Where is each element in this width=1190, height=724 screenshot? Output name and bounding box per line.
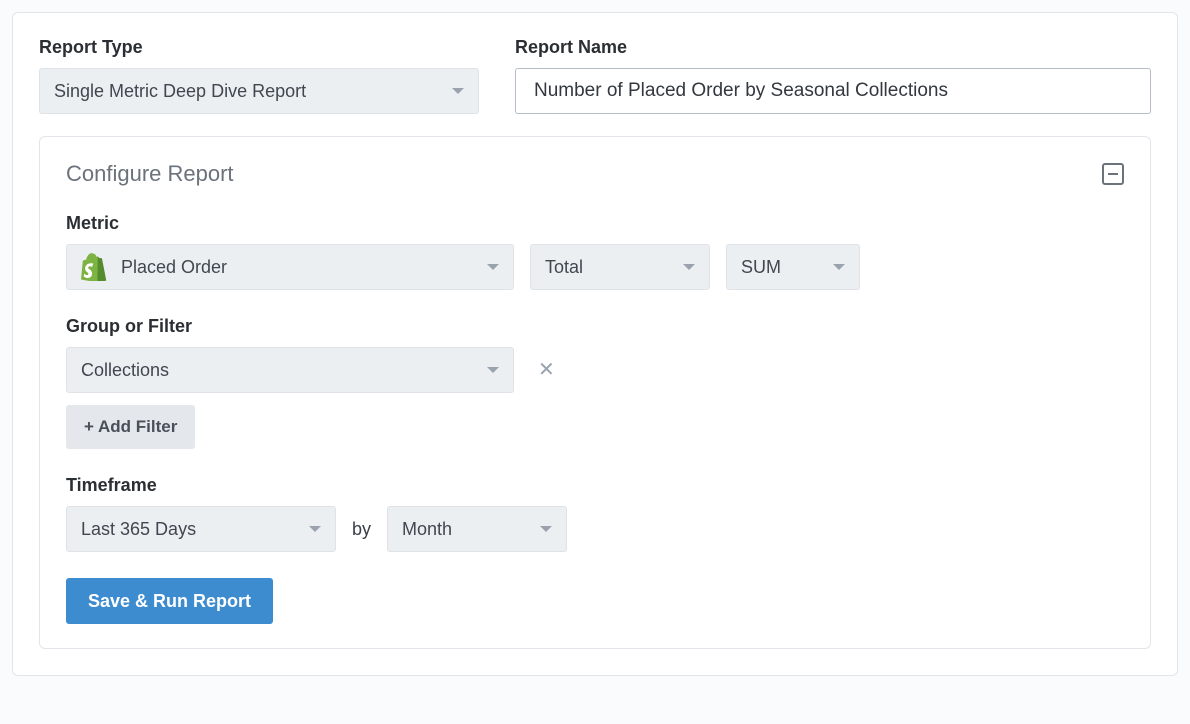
metric-agg-value: SUM <box>741 257 781 278</box>
report-name-label: Report Name <box>515 37 1151 58</box>
timeframe-range-value: Last 365 Days <box>81 519 196 540</box>
chevron-down-icon <box>452 88 464 94</box>
add-filter-button[interactable]: + Add Filter <box>66 405 195 449</box>
metric-measure-select[interactable]: Total <box>530 244 710 290</box>
remove-filter-button[interactable]: ✕ <box>530 360 563 380</box>
group-filter-label: Group or Filter <box>66 316 1124 337</box>
metric-label: Metric <box>66 213 1124 234</box>
configure-report-panel: Configure Report Metric Placed Order <box>39 136 1151 649</box>
report-type-group: Report Type Single Metric Deep Dive Repo… <box>39 37 479 114</box>
chevron-down-icon <box>833 264 845 270</box>
configure-header: Configure Report <box>66 161 1124 187</box>
timeframe-unit-value: Month <box>402 519 452 540</box>
metric-select[interactable]: Placed Order <box>66 244 514 290</box>
group-filter-row: Collections ✕ <box>66 347 1124 393</box>
timeframe-range-select[interactable]: Last 365 Days <box>66 506 336 552</box>
chevron-down-icon <box>540 526 552 532</box>
chevron-down-icon <box>487 264 499 270</box>
timeframe-unit-select[interactable]: Month <box>387 506 567 552</box>
top-row: Report Type Single Metric Deep Dive Repo… <box>39 37 1151 114</box>
timeframe-label: Timeframe <box>66 475 1124 496</box>
report-name-input[interactable] <box>515 68 1151 114</box>
metric-row: Placed Order Total SUM <box>66 244 1124 290</box>
configure-title: Configure Report <box>66 161 234 187</box>
save-run-button[interactable]: Save & Run Report <box>66 578 273 624</box>
minus-icon <box>1108 173 1118 175</box>
report-type-label: Report Type <box>39 37 479 58</box>
metric-agg-select[interactable]: SUM <box>726 244 860 290</box>
timeframe-row: Last 365 Days by Month <box>66 506 1124 552</box>
add-filter-row: + Add Filter <box>66 405 1124 449</box>
report-builder-panel: Report Type Single Metric Deep Dive Repo… <box>12 12 1178 676</box>
shopify-icon <box>81 253 107 281</box>
report-name-group: Report Name <box>515 37 1151 114</box>
report-type-select[interactable]: Single Metric Deep Dive Report <box>39 68 479 114</box>
group-filter-value: Collections <box>81 360 169 381</box>
chevron-down-icon <box>309 526 321 532</box>
chevron-down-icon <box>487 367 499 373</box>
metric-value: Placed Order <box>121 257 227 278</box>
chevron-down-icon <box>683 264 695 270</box>
close-icon: ✕ <box>538 359 555 381</box>
group-filter-select[interactable]: Collections <box>66 347 514 393</box>
collapse-button[interactable] <box>1102 163 1124 185</box>
metric-measure-value: Total <box>545 257 583 278</box>
timeframe-by-text: by <box>352 519 371 540</box>
report-type-value: Single Metric Deep Dive Report <box>54 81 306 102</box>
